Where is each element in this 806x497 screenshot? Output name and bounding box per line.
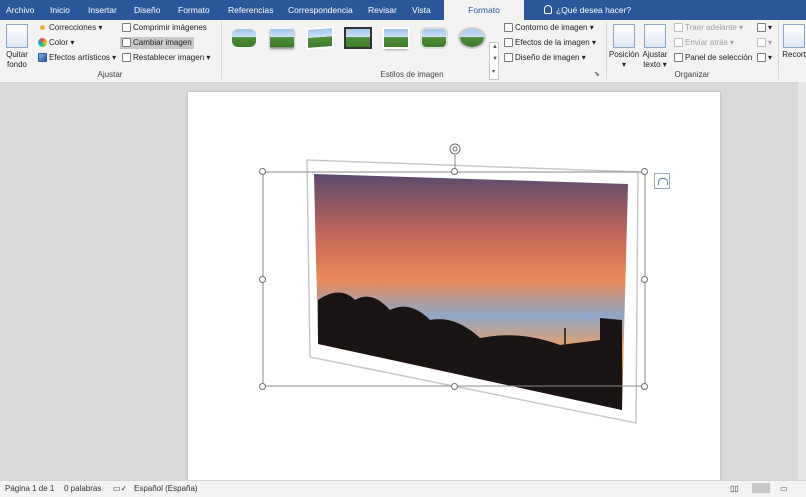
resize-handle-bottom[interactable]: [451, 383, 458, 390]
status-bar: Página 1 de 1 0 palabras ▭✓ Español (Esp…: [0, 480, 806, 497]
word-count[interactable]: 0 palabras: [64, 484, 101, 493]
print-layout-icon[interactable]: [752, 483, 770, 493]
web-layout-icon[interactable]: ▭: [780, 484, 788, 493]
resize-handle-left[interactable]: [259, 276, 266, 283]
vertical-scrollbar[interactable]: [798, 82, 806, 480]
page-count[interactable]: Página 1 de 1: [5, 484, 54, 493]
resize-handle-top-right[interactable]: [641, 168, 648, 175]
picture-layer: [262, 143, 646, 424]
layout-options-button[interactable]: [654, 173, 670, 189]
language-indicator[interactable]: Español (España): [134, 484, 198, 493]
layout-options-icon: [658, 178, 668, 185]
rotate-handle-icon[interactable]: [449, 143, 461, 155]
resize-handle-bottom-left[interactable]: [259, 383, 266, 390]
resize-handle-top-left[interactable]: [259, 168, 266, 175]
resize-handle-right[interactable]: [641, 276, 648, 283]
resize-handle-top[interactable]: [451, 168, 458, 175]
read-mode-icon[interactable]: ▯▯: [730, 484, 739, 493]
proofing-icon[interactable]: ▭✓: [113, 484, 127, 493]
resize-handle-bottom-right[interactable]: [641, 383, 648, 390]
